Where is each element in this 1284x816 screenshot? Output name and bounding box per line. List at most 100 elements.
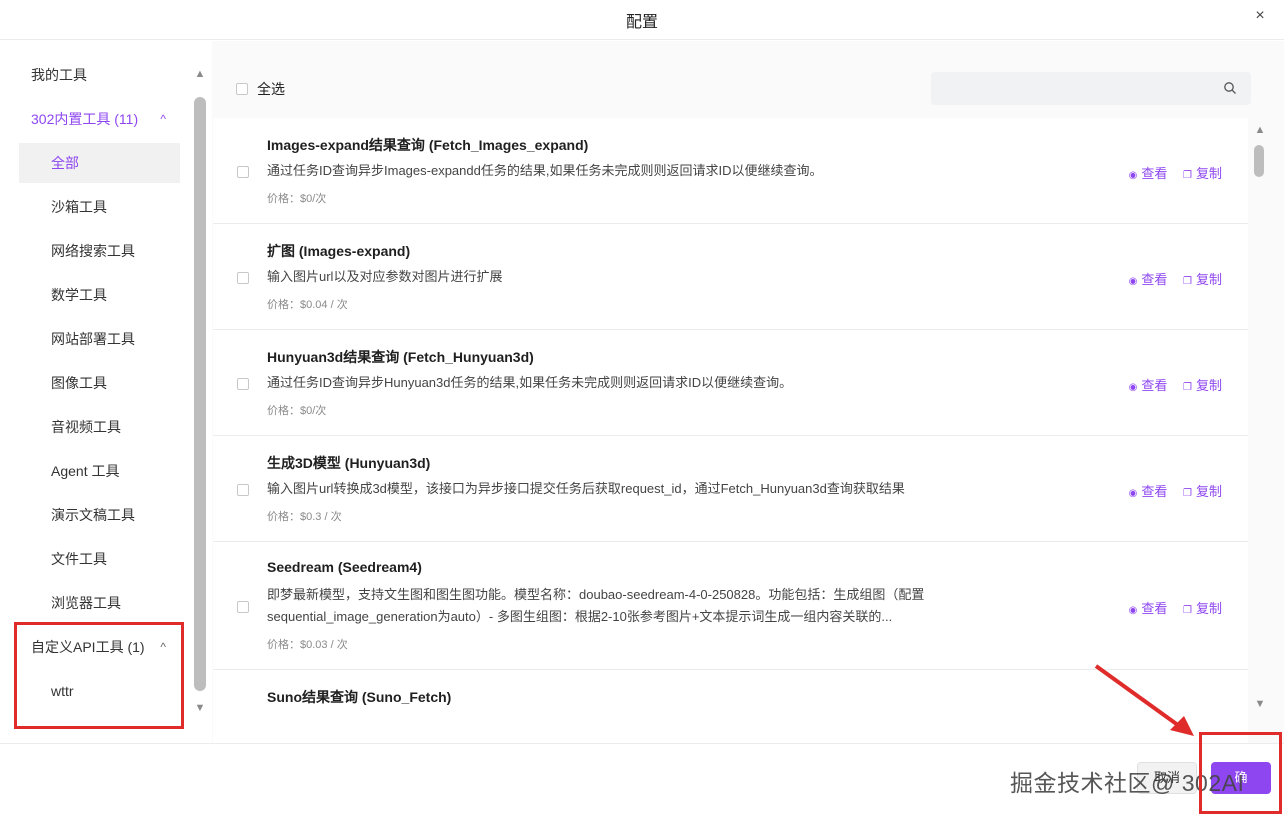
copy-label: 复制 — [1195, 272, 1222, 287]
close-icon[interactable]: × — [1250, 6, 1270, 26]
sidebar-item-web-search[interactable]: 网络搜索工具 — [19, 231, 180, 271]
tool-name: Suno结果查询 (Suno_Fetch) — [267, 689, 452, 705]
copy-button[interactable]: ❐ 复制 — [1183, 378, 1222, 393]
dialog-footer: 取消 确 掘金技术社区@ 302AI — [0, 743, 1284, 816]
tool-price: 价格：$0/次 — [267, 193, 327, 205]
scrollbar-thumb[interactable] — [194, 97, 206, 691]
copy-icon: ❐ — [1183, 170, 1192, 181]
sidebar-item-my-tools[interactable]: 我的工具 — [19, 55, 180, 95]
search-input[interactable] — [931, 72, 1223, 107]
copy-label: 复制 — [1195, 484, 1222, 499]
select-all-checkbox[interactable]: 全选 — [236, 79, 285, 99]
eye-icon: ◉ — [1128, 170, 1138, 181]
tool-price: 价格：$0.3 / 次 — [267, 511, 342, 523]
tool-description: 输入图片url以及对应参数对图片进行扩展 — [267, 269, 503, 284]
select-all-label: 全选 — [257, 81, 285, 97]
copy-icon: ❐ — [1183, 605, 1192, 616]
tool-card[interactable]: Seedream (Seedream4) 即梦最新模型，支持文生图和图生图功能。… — [213, 542, 1248, 670]
tool-actions: ◉ 查看 ❐ 复制 — [1117, 481, 1222, 500]
tool-list-scrollbar[interactable]: ▲ ▼ — [1252, 123, 1268, 713]
sidebar-item-file[interactable]: 文件工具 — [19, 539, 180, 579]
search-box[interactable] — [931, 72, 1251, 107]
tool-name: Hunyuan3d结果查询 (Fetch_Hunyuan3d) — [267, 349, 534, 365]
tool-checkbox[interactable] — [237, 601, 249, 613]
view-label: 查看 — [1141, 484, 1168, 499]
tool-price: 价格：$0.04 / 次 — [267, 299, 348, 311]
tool-description: 输入图片url转换成3d模型，该接口为异步接口提交任务后获取request_id… — [267, 481, 905, 496]
tool-card[interactable]: 扩图 (Images-expand) 输入图片url以及对应参数对图片进行扩展 … — [213, 224, 1248, 330]
tool-checkbox[interactable] — [237, 166, 249, 178]
sidebar-item-agent[interactable]: Agent 工具 — [19, 451, 180, 491]
eye-icon: ◉ — [1128, 605, 1138, 616]
copy-label: 复制 — [1195, 378, 1222, 393]
tool-list-panel: 全选 Images-expand结果查询 (Fetch_Images_expan… — [212, 41, 1284, 743]
tool-checkbox[interactable] — [237, 272, 249, 284]
confirm-button[interactable]: 确 — [1211, 762, 1271, 794]
tool-actions: ◉ 查看 ❐ 复制 — [1117, 375, 1222, 394]
scroll-down-icon[interactable]: ▼ — [192, 701, 208, 715]
copy-label: 复制 — [1195, 601, 1222, 616]
tool-checkbox[interactable] — [237, 378, 249, 390]
sidebar: 我的工具 302内置工具 (11) ^ 全部 沙箱工具 网络搜索工具 数学工具 … — [0, 41, 212, 743]
view-label: 查看 — [1141, 166, 1168, 181]
scroll-up-icon[interactable]: ▲ — [1252, 123, 1268, 137]
dialog-header: 配置 × — [0, 0, 1284, 40]
copy-icon: ❐ — [1183, 488, 1192, 499]
tool-name: Images-expand结果查询 (Fetch_Images_expand) — [267, 137, 589, 153]
tool-description: 即梦最新模型，支持文生图和图生图功能。模型名称：doubao-seedream-… — [267, 587, 925, 624]
tool-actions: ◉ 查看 ❐ 复制 — [1117, 598, 1222, 617]
tool-price: 价格：$0.03 / 次 — [267, 639, 348, 651]
cancel-button[interactable]: 取消 — [1137, 762, 1197, 794]
copy-button[interactable]: ❐ 复制 — [1183, 484, 1222, 499]
sidebar-item-browser[interactable]: 浏览器工具 — [19, 583, 180, 623]
sidebar-item-all[interactable]: 全部 — [19, 143, 180, 183]
copy-button[interactable]: ❐ 复制 — [1183, 601, 1222, 616]
copy-button[interactable]: ❐ 复制 — [1183, 166, 1222, 181]
sidebar-item-site-deploy[interactable]: 网站部署工具 — [19, 319, 180, 359]
sidebar-item-wttr[interactable]: wttr — [19, 671, 180, 711]
view-label: 查看 — [1141, 601, 1168, 616]
view-label: 查看 — [1141, 272, 1168, 287]
search-icon[interactable] — [1223, 81, 1237, 95]
tool-name: 生成3D模型 (Hunyuan3d) — [267, 455, 431, 471]
eye-icon: ◉ — [1128, 488, 1138, 499]
tool-card[interactable]: Suno结果查询 (Suno_Fetch) — [213, 670, 1248, 743]
eye-icon: ◉ — [1128, 382, 1138, 393]
view-button[interactable]: ◉ 查看 — [1129, 272, 1168, 287]
view-button[interactable]: ◉ 查看 — [1129, 601, 1168, 616]
tool-description: 通过任务ID查询异步Hunyuan3d任务的结果,如果任务未完成则则返回请求ID… — [267, 375, 793, 390]
view-button[interactable]: ◉ 查看 — [1129, 484, 1168, 499]
sidebar-group-builtin-label: 302内置工具 (11) — [31, 111, 139, 127]
tool-actions: ◉ 查看 ❐ 复制 — [1117, 269, 1222, 288]
tool-name: Seedream (Seedream4) — [267, 559, 422, 575]
sidebar-item-audio-video[interactable]: 音视频工具 — [19, 407, 180, 447]
sidebar-group-custom-api[interactable]: 自定义API工具 (1) ^ — [19, 627, 180, 667]
view-button[interactable]: ◉ 查看 — [1129, 378, 1168, 393]
tool-card[interactable]: Images-expand结果查询 (Fetch_Images_expand) … — [213, 118, 1248, 224]
sidebar-item-sandbox[interactable]: 沙箱工具 — [19, 187, 180, 227]
sidebar-item-math[interactable]: 数学工具 — [19, 275, 180, 315]
tool-price: 价格：$0/次 — [267, 405, 327, 417]
checkbox[interactable] — [236, 83, 248, 96]
sidebar-group-builtin[interactable]: 302内置工具 (11) ^ — [19, 99, 180, 139]
tool-actions: ◉ 查看 ❐ 复制 — [1117, 163, 1222, 182]
copy-button[interactable]: ❐ 复制 — [1183, 272, 1222, 287]
sidebar-item-presentation[interactable]: 演示文稿工具 — [19, 495, 180, 535]
tool-description: 通过任务ID查询异步Images-expandd任务的结果,如果任务未完成则则返… — [267, 163, 823, 178]
tool-list: Images-expand结果查询 (Fetch_Images_expand) … — [212, 118, 1248, 743]
tool-card[interactable]: Hunyuan3d结果查询 (Fetch_Hunyuan3d) 通过任务ID查询… — [213, 330, 1248, 436]
tool-card[interactable]: 生成3D模型 (Hunyuan3d) 输入图片url转换成3d模型，该接口为异步… — [213, 436, 1248, 542]
sidebar-scrollbar[interactable]: ▲ ▼ — [192, 41, 208, 743]
scroll-up-icon[interactable]: ▲ — [192, 67, 208, 81]
copy-label: 复制 — [1195, 166, 1222, 181]
copy-icon: ❐ — [1183, 276, 1192, 287]
sidebar-group-custom-api-label: 自定义API工具 (1) — [31, 639, 145, 655]
tool-checkbox[interactable] — [237, 484, 249, 496]
chevron-up-icon: ^ — [160, 640, 166, 654]
scrollbar-thumb[interactable] — [1254, 145, 1264, 177]
view-button[interactable]: ◉ 查看 — [1129, 166, 1168, 181]
chevron-up-icon: ^ — [160, 112, 166, 126]
scroll-down-icon[interactable]: ▼ — [1252, 697, 1268, 711]
sidebar-item-image[interactable]: 图像工具 — [19, 363, 180, 403]
view-label: 查看 — [1141, 378, 1168, 393]
